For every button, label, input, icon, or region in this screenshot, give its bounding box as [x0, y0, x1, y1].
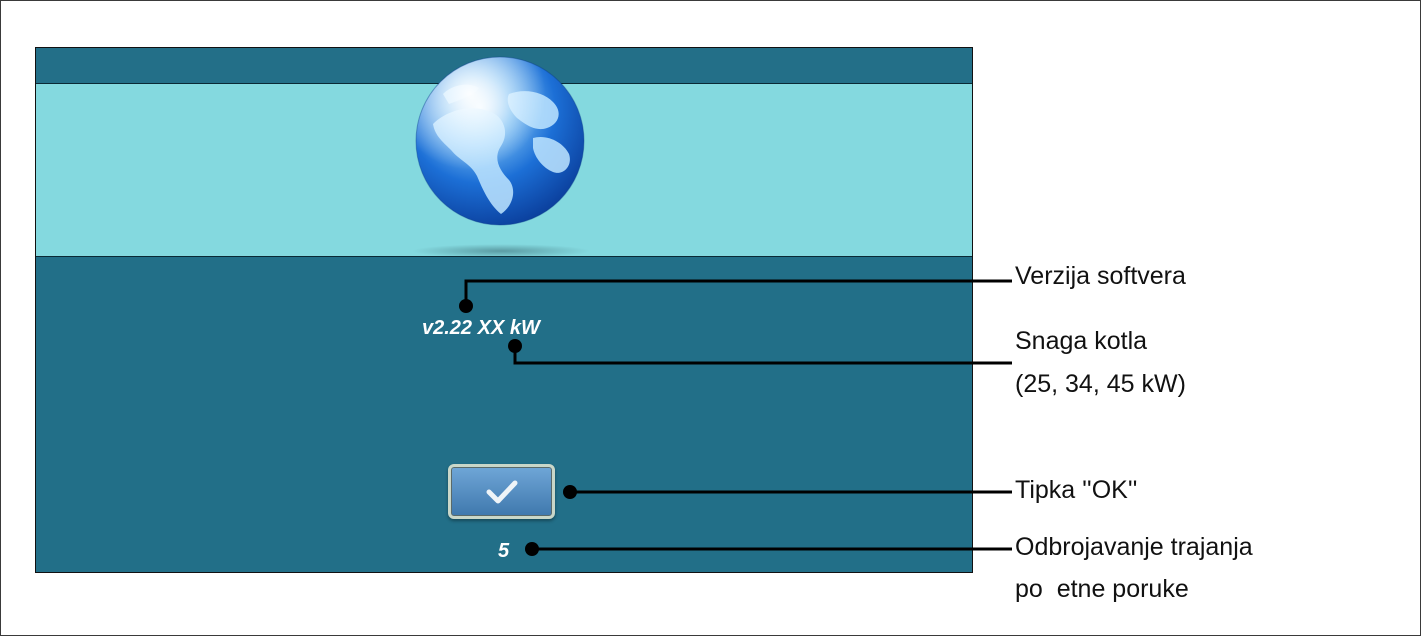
- countdown-dot: [525, 542, 539, 556]
- version-dot: [459, 299, 473, 313]
- label-countdown: Odbrojavanje trajanja: [1015, 533, 1253, 561]
- label-software-version: Verzija softvera: [1015, 262, 1186, 290]
- label-ok-key: Tipka ''OK'': [1015, 476, 1138, 504]
- label-countdown-line2: po etne poruke: [1015, 575, 1189, 603]
- ok-dot: [563, 485, 577, 499]
- power-dot: [508, 339, 522, 353]
- label-boiler-power-options: (25, 34, 45 kW): [1015, 370, 1186, 398]
- label-boiler-power: Snaga kotla: [1015, 327, 1148, 355]
